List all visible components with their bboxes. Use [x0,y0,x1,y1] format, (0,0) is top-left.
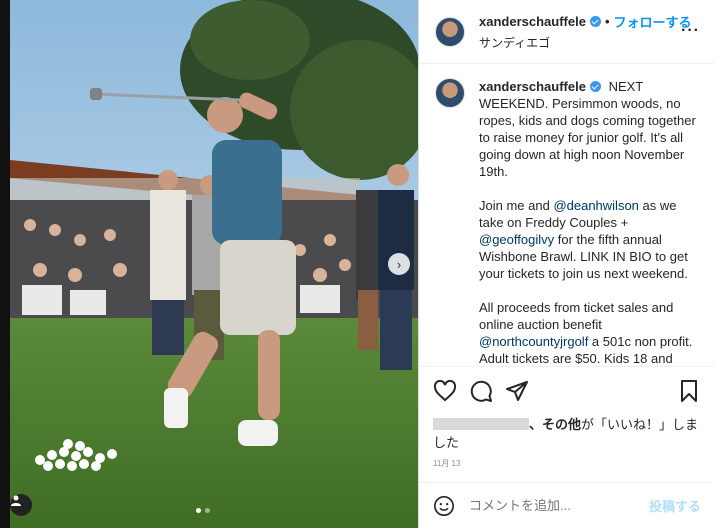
carousel-dot-2 [205,508,210,513]
avatar[interactable] [435,16,465,47]
likes-summary: 、その他が「いいね！」しました [433,416,703,452]
chevron-right-icon: › [396,256,402,272]
mention-link[interactable]: @deanhwilson [553,198,638,213]
golf-photo [0,0,418,528]
next-photo-button[interactable]: › [388,253,410,275]
share-icon[interactable] [505,379,529,403]
caption-paragraph-1: xanderschauffele NEXT WEEKEND. Persimmon… [479,78,702,180]
user-icon [11,495,21,506]
post-header: xanderschauffele • フォローする サンディエゴ ··· [419,0,714,64]
caption-text: All proceeds from ticket sales and onlin… [479,300,674,332]
comment-input[interactable] [469,498,649,513]
caption-avatar[interactable] [435,78,465,108]
caption-username[interactable]: xanderschauffele [479,78,586,95]
caption-paragraph-2: Join me and @deanhwilson as we take on F… [479,197,702,282]
post-photo[interactable]: › [0,0,418,528]
header-separator: • [604,14,610,29]
post-date[interactable]: 11月 13 [433,458,460,469]
action-bar [419,366,714,403]
carousel-dot-1 [196,508,201,513]
carousel-dots [196,508,210,513]
caption-text: Join me and [479,198,554,213]
blurred-username [433,418,529,430]
likes-others[interactable]: 、その他 [529,417,581,432]
comment-icon[interactable] [469,379,493,403]
bookmark-icon[interactable] [677,379,701,403]
mention-link[interactable]: @northcountyjrgolf [479,334,588,349]
comment-bar: 投稿する [419,482,714,528]
verified-icon [589,16,601,27]
tagged-users-button[interactable] [10,494,32,516]
location-link[interactable]: サンディエゴ [479,34,692,51]
post-modal: › xanderschauffele • フォローする サンディエゴ ··· x… [0,0,714,528]
verified-icon [589,81,601,92]
caption-paragraph-3: All proceeds from ticket sales and onlin… [479,299,702,366]
post-comment-button[interactable]: 投稿する [649,496,701,515]
caption: xanderschauffele NEXT WEEKEND. Persimmon… [419,64,714,366]
mention-link[interactable]: @geoffogilvy [479,232,554,247]
post-sidebar: xanderschauffele • フォローする サンディエゴ ··· xan… [418,0,714,528]
emoji-icon[interactable] [433,495,455,517]
header-username[interactable]: xanderschauffele [479,14,586,29]
more-icon[interactable]: ··· [681,22,700,40]
follow-button[interactable]: フォローする [614,12,692,31]
heart-icon[interactable] [433,379,457,403]
